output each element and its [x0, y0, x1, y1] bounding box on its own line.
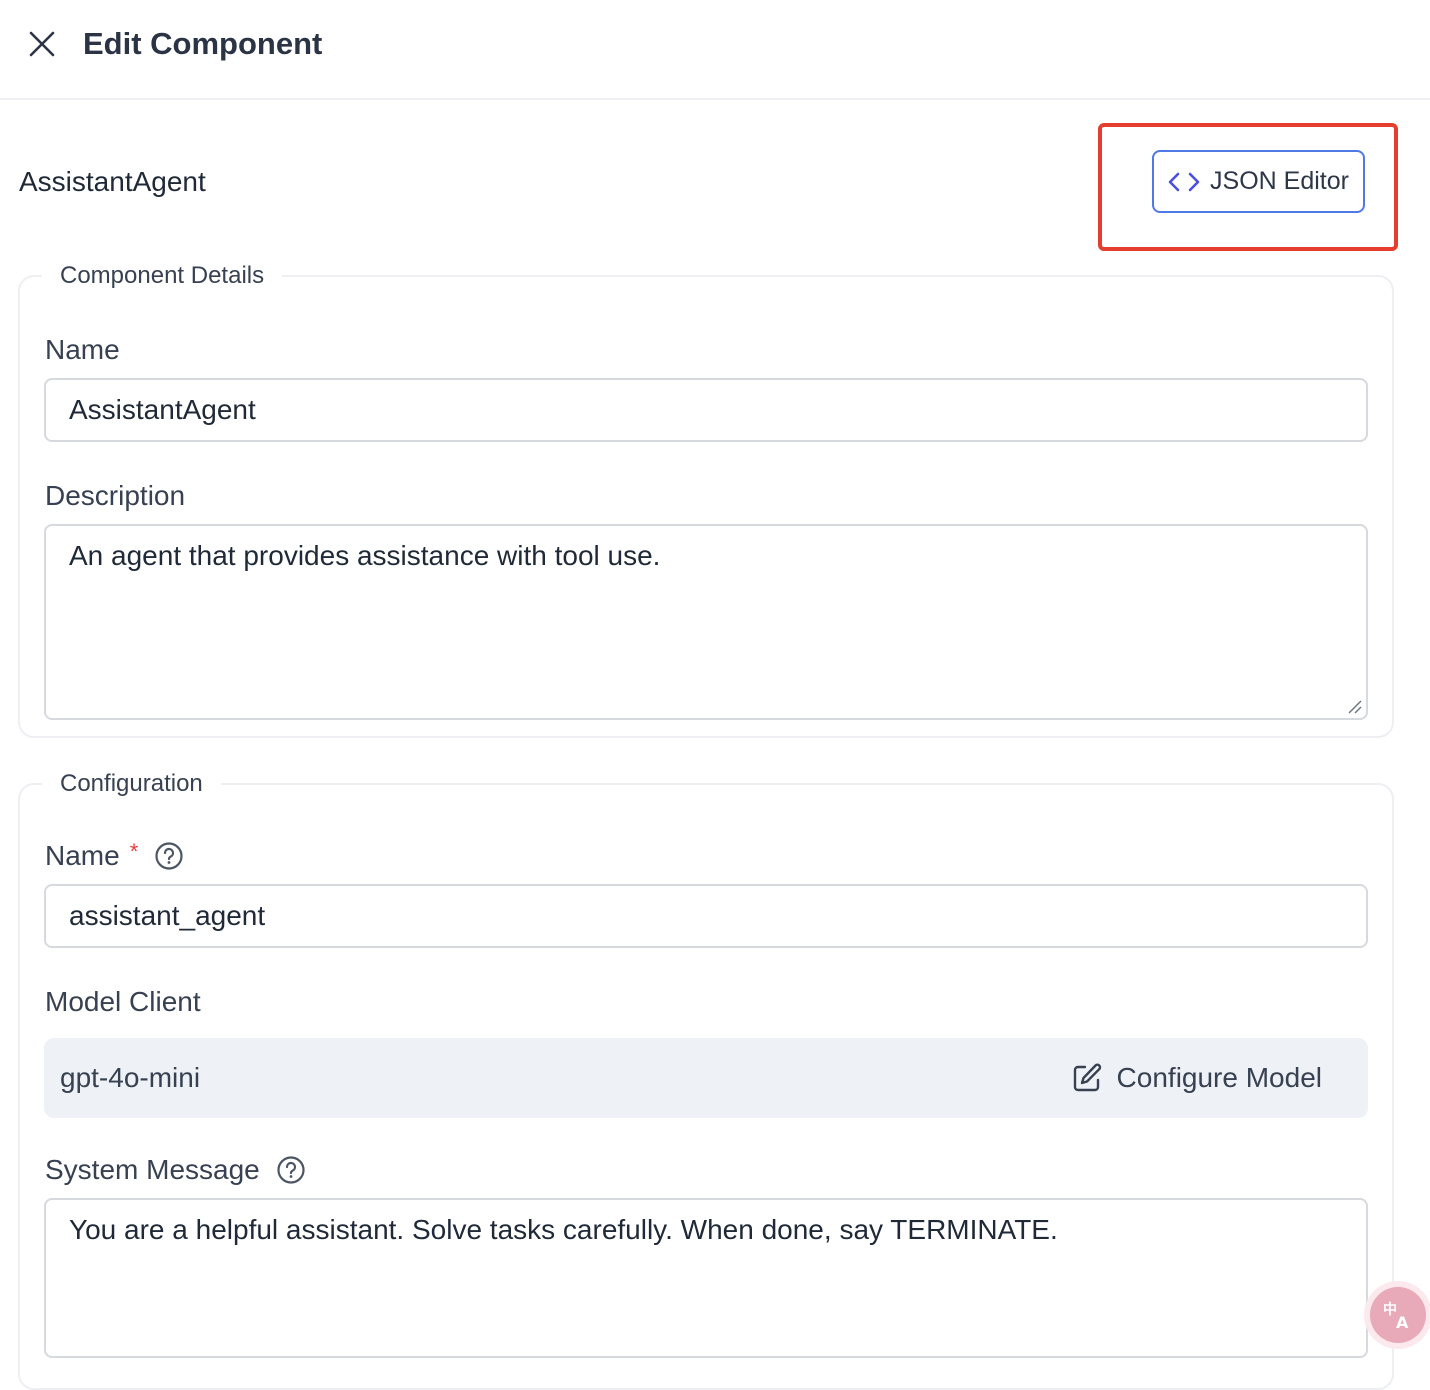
- code-icon: [1168, 172, 1200, 191]
- system-message-label: System Message: [45, 1154, 260, 1185]
- help-circle-icon[interactable]: [276, 1155, 306, 1185]
- close-icon: [29, 31, 55, 57]
- page-title: Edit Component: [83, 26, 323, 61]
- drawer-header: Edit Component: [0, 0, 1430, 100]
- edit-icon: [1073, 1063, 1101, 1092]
- model-client-bar: gpt-4o-mini Configure Model: [44, 1038, 1368, 1118]
- help-circle-icon[interactable]: [154, 841, 184, 871]
- json-editor-label: JSON Editor: [1210, 167, 1349, 195]
- component-type-label: AssistantAgent: [19, 166, 206, 197]
- name-label: Name: [45, 334, 120, 365]
- configuration-legend: Configuration: [60, 770, 203, 797]
- description-text: An agent that provides assistance with t…: [69, 540, 661, 571]
- svg-text:A: A: [1396, 1313, 1409, 1332]
- configure-model-button[interactable]: Configure Model: [1071, 1058, 1322, 1098]
- component-details-legend: Component Details: [60, 262, 265, 289]
- translate-icon[interactable]: 中 A: [1370, 1287, 1426, 1343]
- config-name-input[interactable]: assistant_agent: [44, 884, 1368, 948]
- json-editor-button[interactable]: JSON Editor: [1152, 150, 1365, 213]
- close-button[interactable]: [24, 26, 60, 62]
- required-marker: *: [129, 839, 139, 864]
- model-client-label: Model Client: [45, 986, 201, 1017]
- system-message-text: You are a helpful assistant. Solve tasks…: [69, 1214, 1058, 1245]
- resize-handle-icon[interactable]: [1347, 699, 1363, 715]
- svg-text:中: 中: [1383, 1301, 1397, 1318]
- system-message-textarea[interactable]: You are a helpful assistant. Solve tasks…: [44, 1198, 1368, 1358]
- name-input[interactable]: AssistantAgent: [44, 378, 1368, 442]
- description-label: Description: [45, 480, 186, 511]
- system-message-label-row: System Message: [45, 1152, 306, 1188]
- configure-model-label: Configure Model: [1116, 1062, 1322, 1093]
- config-name-label-row: Name *: [45, 838, 184, 874]
- model-name: gpt-4o-mini: [60, 1062, 201, 1093]
- description-textarea[interactable]: An agent that provides assistance with t…: [44, 524, 1368, 720]
- config-name-label: Name: [45, 840, 120, 871]
